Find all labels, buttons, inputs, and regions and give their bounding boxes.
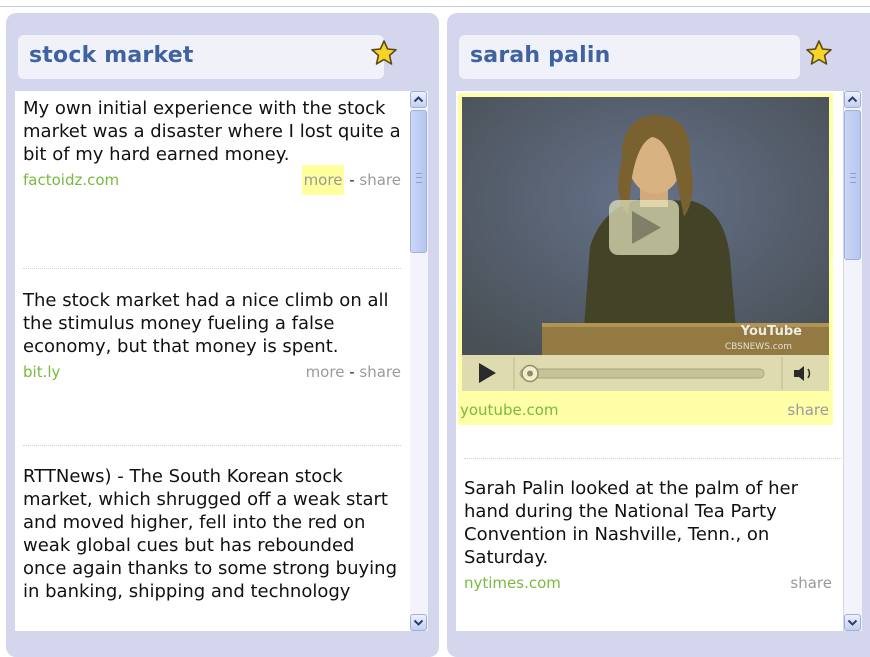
scroll-up-button[interactable] bbox=[844, 91, 861, 108]
source-link[interactable]: youtube.com bbox=[460, 401, 559, 419]
scroll-up-arrow-icon bbox=[413, 96, 424, 103]
feed-item: The stock market had a nice climb on all… bbox=[23, 289, 403, 385]
video-player[interactable]: YouTube CBSNEWS.com bbox=[462, 97, 829, 355]
item-meta: nytimes.com share bbox=[464, 574, 834, 596]
video-overlay-text: CBSNEWS.com bbox=[725, 342, 792, 352]
video-meta: youtube.com share bbox=[460, 401, 831, 423]
panel-stock-market: stock market My own initial experience w… bbox=[6, 13, 439, 657]
star-icon[interactable] bbox=[369, 38, 399, 68]
feed-list: YouTube CBSNEWS.com youtube.com share Sa… bbox=[456, 91, 843, 631]
scroll-thumb[interactable] bbox=[410, 110, 427, 253]
panel-title[interactable]: sarah palin bbox=[470, 43, 611, 68]
item-snippet: My own initial experience with the stock… bbox=[23, 98, 401, 165]
scroll-down-button[interactable] bbox=[410, 614, 427, 631]
separator: - bbox=[349, 363, 355, 381]
more-link[interactable]: more bbox=[306, 363, 345, 381]
scrollbar[interactable] bbox=[844, 91, 862, 631]
video-controls bbox=[462, 355, 829, 391]
more-link[interactable]: more bbox=[301, 165, 345, 195]
scroll-down-button[interactable] bbox=[844, 614, 861, 631]
grip-icon bbox=[850, 173, 856, 183]
item-meta: factoidz.com more - share bbox=[23, 165, 403, 195]
item-divider bbox=[23, 445, 401, 446]
scrollbar[interactable] bbox=[410, 91, 428, 631]
feed-item: My own initial experience with the stock… bbox=[23, 97, 403, 195]
separator: - bbox=[349, 171, 355, 189]
feed-list: My own initial experience with the stock… bbox=[15, 91, 410, 631]
share-link[interactable]: share bbox=[359, 363, 401, 381]
star-icon[interactable] bbox=[804, 38, 834, 68]
item-snippet: The stock market had a nice climb on all… bbox=[23, 290, 389, 357]
item-snippet: RTTNews) - The South Korean stock market… bbox=[23, 466, 398, 602]
video-watermark: YouTube bbox=[740, 324, 802, 339]
item-snippet: Sarah Palin looked at the palm of her ha… bbox=[464, 478, 798, 568]
share-link[interactable]: share bbox=[790, 574, 832, 592]
feed-item: RTTNews) - The South Korean stock market… bbox=[23, 465, 403, 603]
video-item: YouTube CBSNEWS.com youtube.com share bbox=[458, 93, 833, 425]
volume-icon[interactable] bbox=[794, 366, 811, 381]
grip-icon bbox=[416, 173, 422, 183]
share-link[interactable]: share bbox=[787, 401, 829, 419]
scroll-down-arrow-icon bbox=[847, 619, 858, 626]
panel-header[interactable]: sarah palin bbox=[459, 35, 800, 79]
source-link[interactable]: factoidz.com bbox=[23, 171, 119, 189]
item-actions: more - share bbox=[301, 165, 401, 195]
seek-bar[interactable] bbox=[519, 368, 765, 379]
item-divider bbox=[464, 458, 842, 459]
scroll-down-arrow-icon bbox=[413, 619, 424, 626]
item-divider bbox=[23, 268, 401, 269]
scroll-up-button[interactable] bbox=[410, 91, 427, 108]
panel-header[interactable]: stock market bbox=[18, 35, 384, 79]
scroll-thumb[interactable] bbox=[844, 110, 861, 260]
source-link[interactable]: nytimes.com bbox=[464, 574, 561, 592]
item-actions: more - share bbox=[306, 363, 401, 381]
panel-title[interactable]: stock market bbox=[29, 43, 194, 68]
share-link[interactable]: share bbox=[359, 171, 401, 189]
feed-item: Sarah Palin looked at the palm of her ha… bbox=[464, 477, 834, 596]
scroll-up-arrow-icon bbox=[847, 96, 858, 103]
item-meta: bit.ly more - share bbox=[23, 363, 403, 385]
source-link[interactable]: bit.ly bbox=[23, 363, 60, 381]
panel-sarah-palin: sarah palin YouTube CBSNEWS.com youtube.… bbox=[447, 13, 870, 657]
top-border bbox=[0, 6, 870, 7]
play-icon[interactable] bbox=[479, 363, 496, 383]
